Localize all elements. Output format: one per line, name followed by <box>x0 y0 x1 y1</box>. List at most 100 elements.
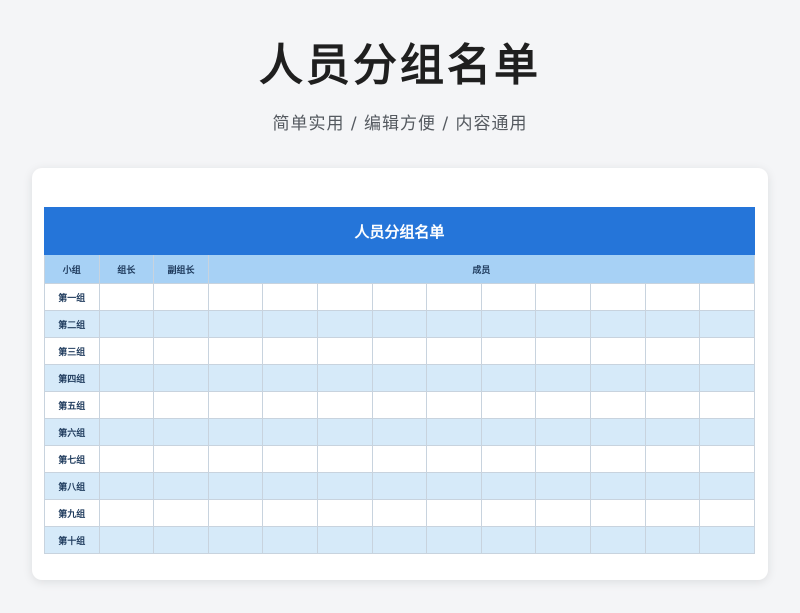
member-cell[interactable] <box>535 445 592 473</box>
member-cell[interactable] <box>371 526 428 554</box>
member-cell[interactable] <box>480 472 537 500</box>
leader-cell[interactable] <box>98 472 155 500</box>
deputy-cell[interactable] <box>153 445 209 473</box>
member-cell[interactable] <box>480 337 537 365</box>
member-cell[interactable] <box>426 310 482 338</box>
member-cell[interactable] <box>207 499 264 527</box>
member-cell[interactable] <box>644 445 701 473</box>
deputy-cell[interactable] <box>153 391 209 419</box>
leader-cell[interactable] <box>98 364 155 392</box>
member-cell[interactable] <box>644 418 701 446</box>
leader-cell[interactable] <box>98 445 155 473</box>
member-cell[interactable] <box>480 499 537 527</box>
member-cell[interactable] <box>644 499 701 527</box>
member-cell[interactable] <box>207 526 264 554</box>
member-cell[interactable] <box>207 418 264 446</box>
member-cell[interactable] <box>426 526 482 554</box>
member-cell[interactable] <box>317 337 373 365</box>
member-cell[interactable] <box>699 499 755 527</box>
member-cell[interactable] <box>480 364 537 392</box>
member-cell[interactable] <box>426 445 482 473</box>
member-cell[interactable] <box>699 283 755 311</box>
leader-cell[interactable] <box>98 499 155 527</box>
member-cell[interactable] <box>426 418 482 446</box>
member-cell[interactable] <box>426 337 482 365</box>
leader-cell[interactable] <box>98 310 155 338</box>
member-cell[interactable] <box>371 310 428 338</box>
deputy-cell[interactable] <box>153 283 209 311</box>
member-cell[interactable] <box>371 499 428 527</box>
member-cell[interactable] <box>535 526 592 554</box>
member-cell[interactable] <box>480 283 537 311</box>
member-cell[interactable] <box>590 526 646 554</box>
member-cell[interactable] <box>480 310 537 338</box>
deputy-cell[interactable] <box>153 472 209 500</box>
member-cell[interactable] <box>317 499 373 527</box>
deputy-cell[interactable] <box>153 364 209 392</box>
member-cell[interactable] <box>644 310 701 338</box>
member-cell[interactable] <box>590 472 646 500</box>
member-cell[interactable] <box>317 391 373 419</box>
member-cell[interactable] <box>262 364 319 392</box>
member-cell[interactable] <box>644 337 701 365</box>
member-cell[interactable] <box>317 364 373 392</box>
member-cell[interactable] <box>371 445 428 473</box>
leader-cell[interactable] <box>98 526 155 554</box>
member-cell[interactable] <box>590 391 646 419</box>
member-cell[interactable] <box>262 472 319 500</box>
member-cell[interactable] <box>535 418 592 446</box>
member-cell[interactable] <box>590 499 646 527</box>
deputy-cell[interactable] <box>153 526 209 554</box>
member-cell[interactable] <box>535 337 592 365</box>
leader-cell[interactable] <box>98 337 155 365</box>
member-cell[interactable] <box>371 364 428 392</box>
member-cell[interactable] <box>262 526 319 554</box>
member-cell[interactable] <box>480 391 537 419</box>
member-cell[interactable] <box>699 526 755 554</box>
deputy-cell[interactable] <box>153 310 209 338</box>
member-cell[interactable] <box>644 283 701 311</box>
member-cell[interactable] <box>207 391 264 419</box>
member-cell[interactable] <box>644 472 701 500</box>
member-cell[interactable] <box>699 445 755 473</box>
member-cell[interactable] <box>262 391 319 419</box>
member-cell[interactable] <box>371 418 428 446</box>
member-cell[interactable] <box>480 526 537 554</box>
leader-cell[interactable] <box>98 418 155 446</box>
member-cell[interactable] <box>699 418 755 446</box>
member-cell[interactable] <box>207 445 264 473</box>
member-cell[interactable] <box>371 472 428 500</box>
member-cell[interactable] <box>535 310 592 338</box>
member-cell[interactable] <box>699 310 755 338</box>
member-cell[interactable] <box>262 418 319 446</box>
member-cell[interactable] <box>371 283 428 311</box>
member-cell[interactable] <box>371 337 428 365</box>
member-cell[interactable] <box>317 526 373 554</box>
member-cell[interactable] <box>590 445 646 473</box>
member-cell[interactable] <box>535 391 592 419</box>
member-cell[interactable] <box>426 391 482 419</box>
member-cell[interactable] <box>262 445 319 473</box>
member-cell[interactable] <box>317 472 373 500</box>
deputy-cell[interactable] <box>153 499 209 527</box>
member-cell[interactable] <box>699 472 755 500</box>
member-cell[interactable] <box>207 364 264 392</box>
member-cell[interactable] <box>317 445 373 473</box>
member-cell[interactable] <box>590 337 646 365</box>
deputy-cell[interactable] <box>153 337 209 365</box>
member-cell[interactable] <box>590 283 646 311</box>
member-cell[interactable] <box>317 283 373 311</box>
member-cell[interactable] <box>207 337 264 365</box>
leader-cell[interactable] <box>98 391 155 419</box>
member-cell[interactable] <box>699 364 755 392</box>
member-cell[interactable] <box>590 310 646 338</box>
member-cell[interactable] <box>535 472 592 500</box>
member-cell[interactable] <box>207 283 264 311</box>
member-cell[interactable] <box>480 418 537 446</box>
member-cell[interactable] <box>426 364 482 392</box>
member-cell[interactable] <box>699 391 755 419</box>
member-cell[interactable] <box>426 283 482 311</box>
member-cell[interactable] <box>207 310 264 338</box>
member-cell[interactable] <box>207 472 264 500</box>
member-cell[interactable] <box>644 391 701 419</box>
